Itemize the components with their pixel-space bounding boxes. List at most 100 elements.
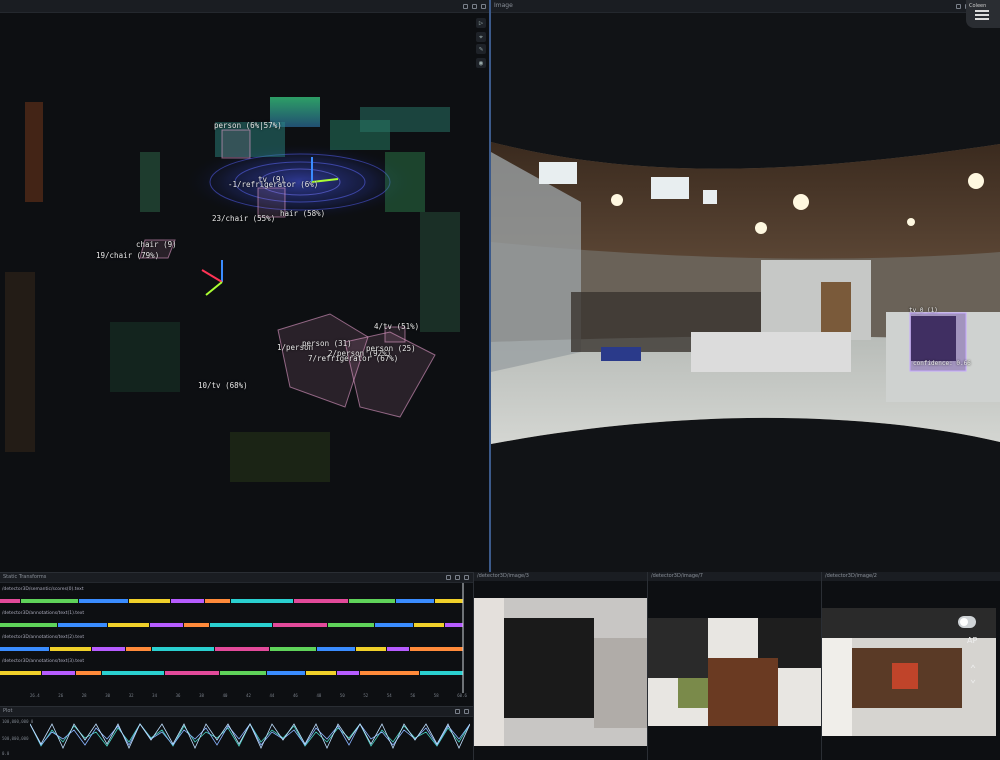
- timeline-segment: [0, 647, 49, 651]
- timeline-segment: [317, 647, 355, 651]
- timeline-segment: [58, 623, 107, 627]
- image-panel[interactable]: Image tv_0 (1) confidence: 0.66: [491, 0, 1000, 572]
- detection-label: person (31): [302, 339, 352, 348]
- thumbnail-panel[interactable]: /detector3D/image/7: [647, 572, 821, 760]
- viewer-3d[interactable]: ▷ ⌖ ✎ ◉ person (6%|57%) tv (9) -1/refrig…: [0, 0, 490, 572]
- detection-label: hair (58%): [280, 209, 326, 218]
- plot-y-label: 0.0: [2, 751, 10, 756]
- detection-label: 19/chair (79%): [96, 251, 160, 260]
- timeline-segment: [375, 623, 413, 627]
- timeline-segment: [150, 623, 183, 627]
- timeline-title: Static Transforms: [3, 574, 47, 580]
- toggle-icon[interactable]: [958, 616, 976, 628]
- timeline-segment: [50, 647, 91, 651]
- layout-icon[interactable]: [463, 3, 468, 9]
- thumbnail-panel[interactable]: /detector3D/image/2 AP ⌃ ⌄: [821, 572, 1000, 760]
- timeline-segment: [387, 647, 409, 651]
- detection-label: person (25): [366, 344, 416, 353]
- eye-icon[interactable]: ◉: [476, 58, 486, 68]
- timeline-segment: [306, 671, 336, 675]
- timeline-segment: [270, 647, 316, 651]
- timeline-panel[interactable]: Static Transforms /detector3D/semantic/s…: [0, 572, 473, 706]
- timeline-header: Static Transforms: [0, 573, 473, 583]
- pencil-icon[interactable]: ✎: [476, 44, 486, 54]
- timeline-segment: [420, 671, 463, 675]
- timeline-segment: [129, 599, 170, 603]
- timeline-segment: [294, 599, 348, 603]
- timeline-segment: [171, 599, 204, 603]
- timeline-segment: [42, 671, 75, 675]
- crosshair-icon[interactable]: ⌖: [476, 32, 486, 42]
- menu-icon[interactable]: [481, 3, 486, 9]
- timeline-segment: [184, 623, 209, 627]
- detection-confidence: confidence: 0.66: [913, 360, 971, 367]
- timeline-tracks[interactable]: [0, 583, 473, 703]
- timeline-segment: [445, 623, 463, 627]
- corner-label: Coleen: [969, 3, 987, 9]
- maximize-icon[interactable]: [472, 3, 477, 9]
- detection-label: 7/refrigerator (67%): [308, 354, 399, 363]
- timeline-segment: [328, 623, 374, 627]
- timeline-segment: [273, 623, 327, 627]
- thumbnail-header: /detector3D/image/7: [648, 572, 821, 581]
- plot-lines[interactable]: [30, 718, 470, 760]
- timeline-segment: [210, 623, 272, 627]
- camera-image: [491, 142, 1000, 444]
- plot-y-label: 100,000,000 0: [2, 719, 34, 724]
- chevron-down-icon[interactable]: ⌄: [970, 674, 976, 685]
- timeline-segment: [231, 599, 293, 603]
- maximize-icon[interactable]: [455, 575, 460, 580]
- timeline-segment: [414, 623, 444, 627]
- timeline-segment: [0, 623, 57, 627]
- timeline-segment: [92, 647, 125, 651]
- layout-icon[interactable]: [956, 3, 961, 9]
- plot-y-label: 500,000,000: [2, 736, 29, 741]
- menu-icon[interactable]: [464, 575, 469, 580]
- layout-icon[interactable]: [446, 575, 451, 580]
- timeline-segment: [165, 671, 219, 675]
- timeline-segment: [215, 647, 269, 651]
- detection-label: person (6%|57%): [214, 121, 282, 130]
- thumbnail-image: [474, 598, 647, 746]
- timeline-segment: [76, 671, 101, 675]
- timeline-segment: [267, 671, 305, 675]
- detection-label: 4/tv (51%): [374, 322, 420, 331]
- play-icon[interactable]: ▷: [476, 18, 486, 28]
- point-cloud-canvas[interactable]: [0, 12, 490, 572]
- plot-header: Plot: [0, 707, 473, 717]
- timeline-segment: [220, 671, 266, 675]
- thumbnail-panel[interactable]: /detector3D/image/3: [473, 572, 647, 760]
- plot-series-line: [30, 723, 470, 747]
- thumbnail-header: /detector3D/image/2: [822, 572, 1000, 581]
- timeline-segment: [360, 671, 419, 675]
- timeline-segment: [108, 623, 149, 627]
- timeline-segment: [79, 599, 128, 603]
- timeline-segment: [396, 599, 434, 603]
- detection-label: 10/tv (68%): [198, 381, 248, 390]
- detection-label: tv_0 (1): [909, 307, 938, 314]
- plot-panel[interactable]: Plot 100,000,000 0 500,000,000 0.0: [0, 706, 473, 760]
- layout-icon[interactable]: [455, 709, 460, 714]
- menu-icon[interactable]: [464, 709, 469, 714]
- timeline-ticks: 26.4 26 28 30 32 34 36 38 40 42 44 46 48 50 52 54 56 58 60…: [30, 693, 467, 698]
- timeline-segment: [152, 647, 214, 651]
- ap-label: AP: [967, 636, 978, 645]
- plot-title: Plot: [3, 708, 13, 714]
- timeline-segment: [126, 647, 151, 651]
- timeline-segment: [0, 671, 41, 675]
- timeline-segment: [410, 647, 463, 651]
- timeline-segment: [0, 599, 20, 603]
- detection-label: -1/refrigerator (6%): [228, 180, 319, 189]
- detection-label: 23/chair (55%): [212, 214, 276, 223]
- image-panel-title: Image: [494, 2, 513, 9]
- corner-widget[interactable]: Coleen: [966, 0, 1000, 28]
- thumbnail-image: [648, 618, 821, 726]
- thumbnail-header: /detector3D/image/3: [474, 572, 647, 581]
- timeline-segment: [337, 671, 359, 675]
- detection-label: chair (9): [136, 240, 177, 249]
- timeline-segment: [349, 599, 395, 603]
- timeline-segment: [356, 647, 386, 651]
- timeline-segment: [102, 671, 164, 675]
- timeline-segment: [21, 599, 78, 603]
- hamburger-icon[interactable]: [975, 10, 989, 20]
